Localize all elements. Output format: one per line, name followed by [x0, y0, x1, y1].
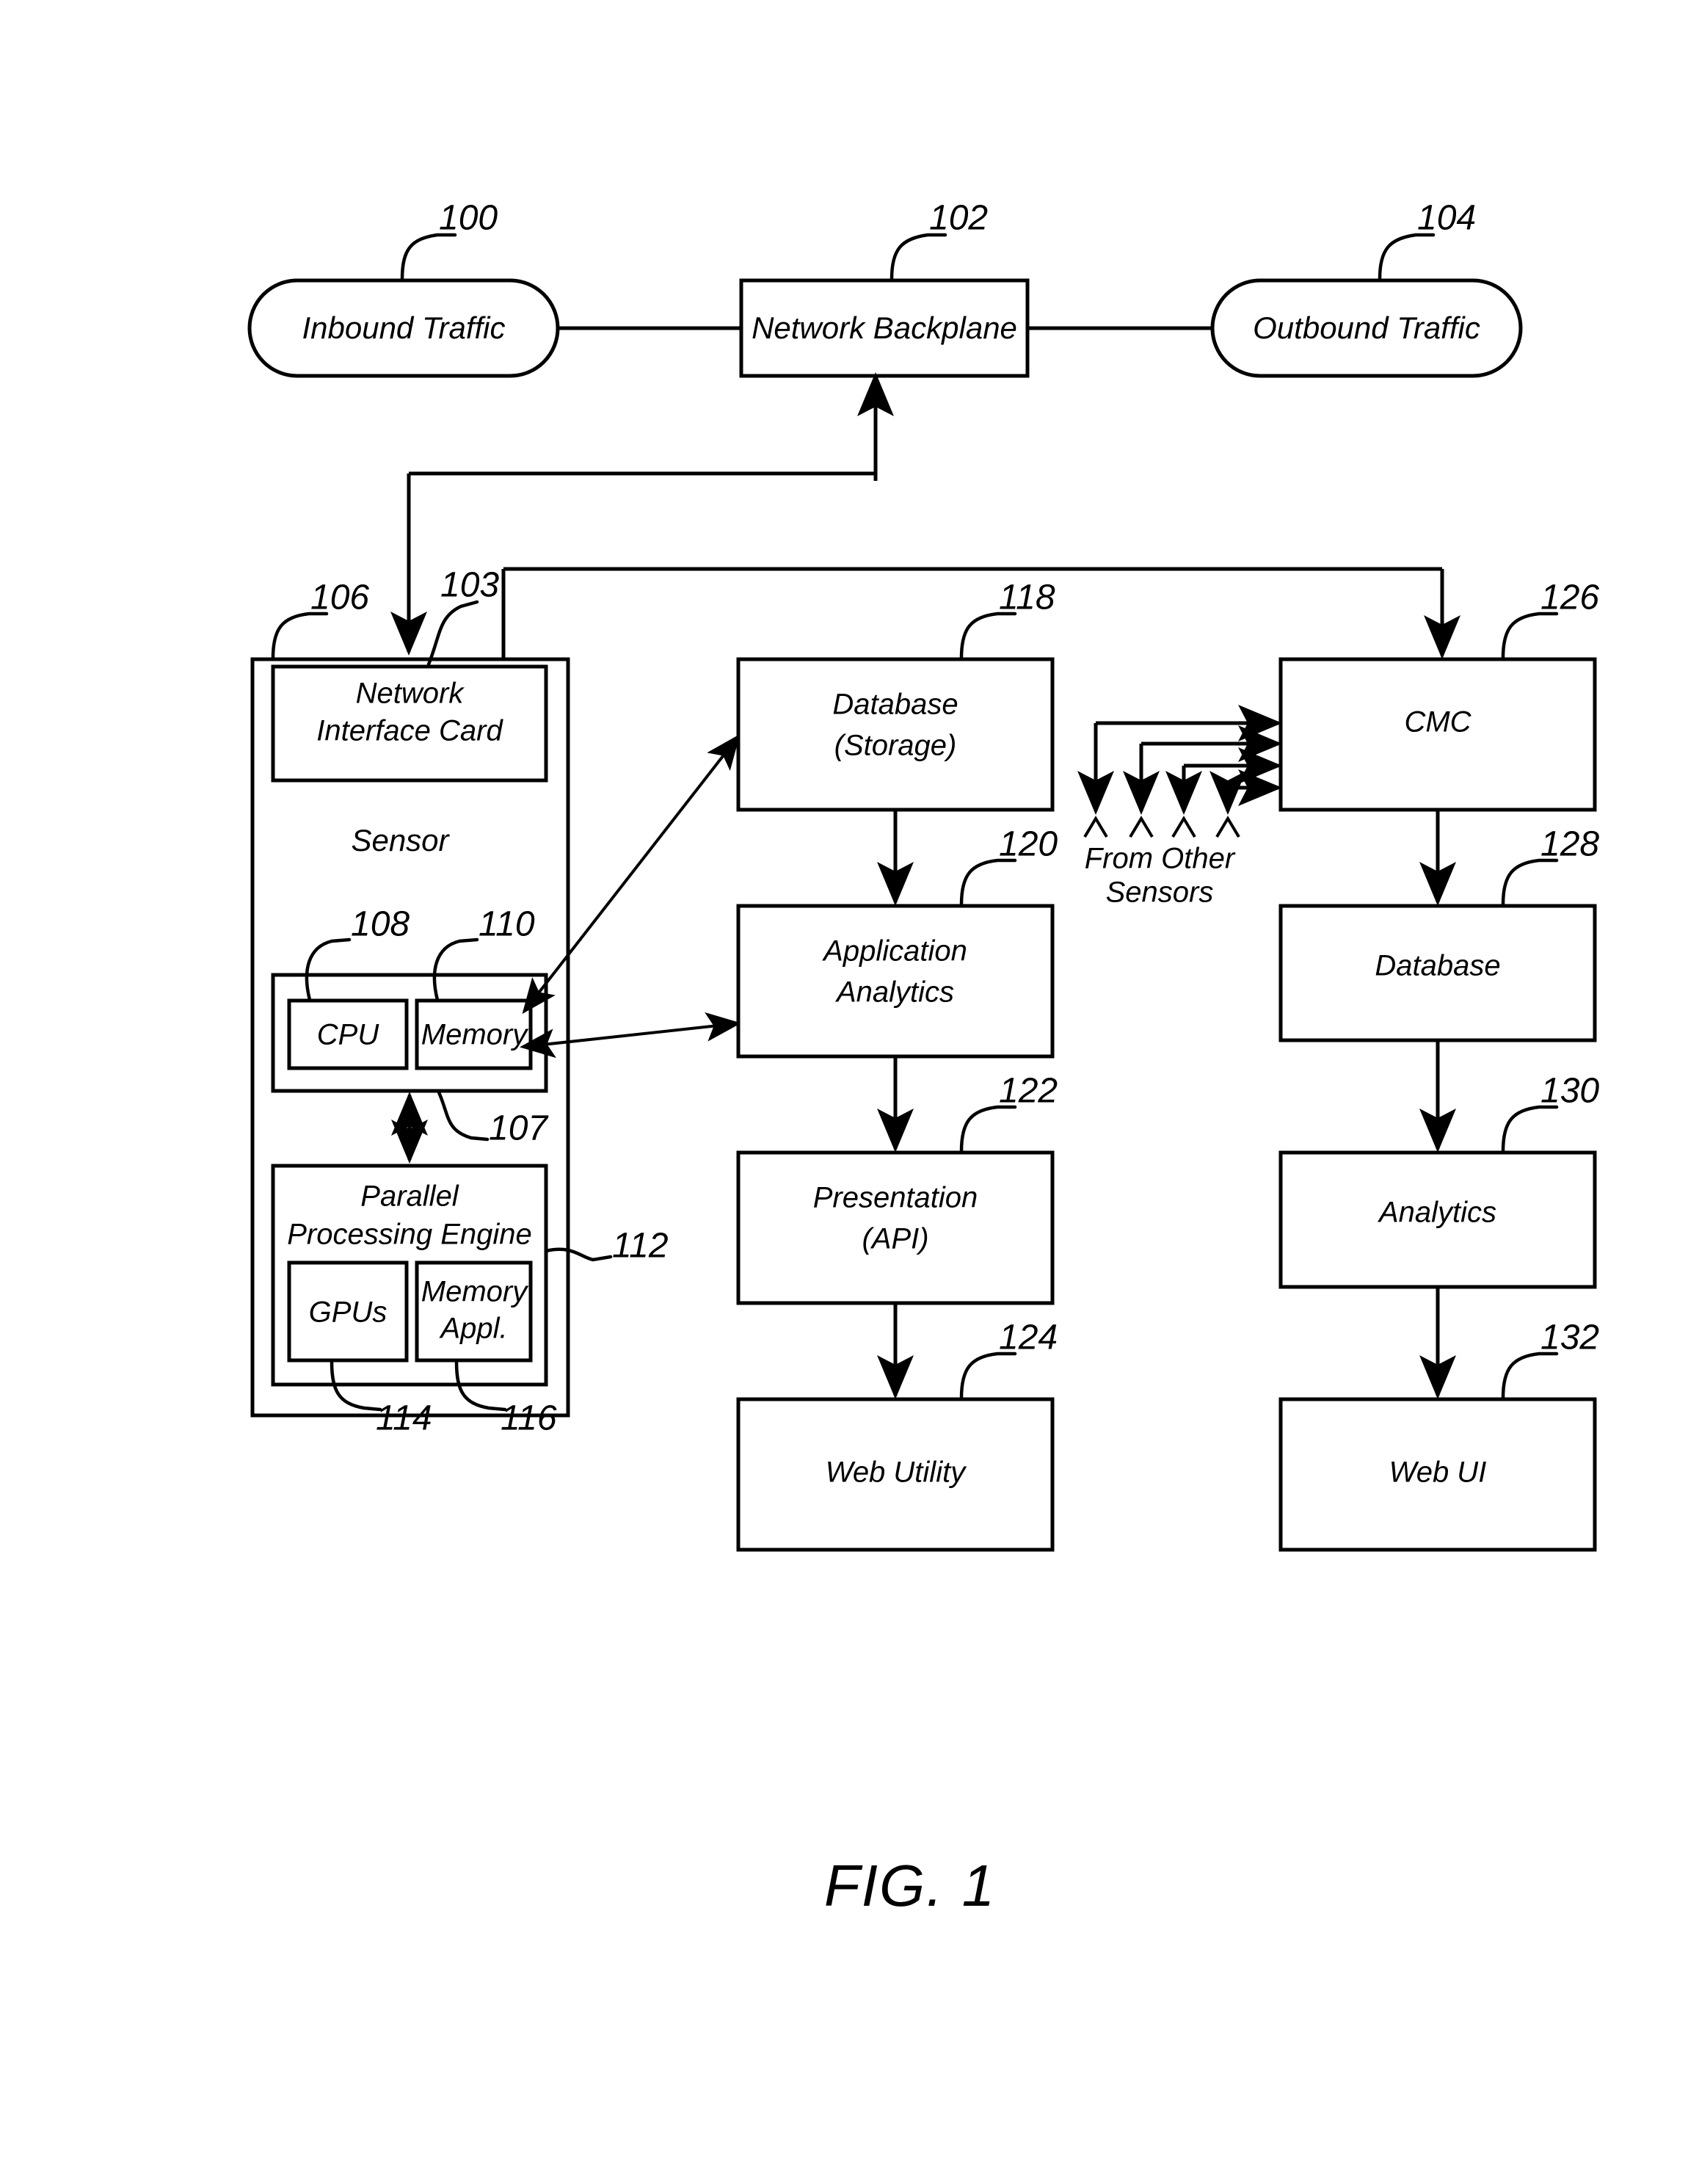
ref-number-132: 132	[1540, 1318, 1599, 1357]
ref-number-107: 107	[489, 1109, 549, 1148]
ppe-label-line2: Processing Engine	[287, 1219, 532, 1251]
ref-number-126: 126	[1540, 578, 1599, 617]
cmc-analytics-label: Analytics	[1378, 1197, 1496, 1229]
ref-number-100: 100	[439, 199, 498, 238]
ref-callout-130: 130	[1501, 1072, 1599, 1153]
ref-number-108: 108	[351, 905, 410, 944]
node-network-interface-card: Network Interface Card	[271, 664, 548, 783]
node-network-backplane: Network Backplane	[739, 278, 1030, 378]
nic-label-line2: Interface Card	[316, 715, 503, 747]
ref-callout-128: 128	[1501, 825, 1599, 907]
ref-number-118: 118	[999, 578, 1055, 617]
ref-callout-102: 102	[890, 199, 988, 281]
ref-callout-104: 104	[1378, 199, 1476, 281]
ref-callout-126: 126	[1501, 578, 1599, 660]
node-presentation-api: Presentation (API)	[736, 1150, 1055, 1305]
web-utility-label: Web Utility	[826, 1456, 967, 1489]
application-analytics-label-line2: Analytics	[835, 976, 954, 1009]
inbound-traffic-label: Inbound Traffic	[302, 311, 505, 345]
other-sensor-fork-1	[1083, 816, 1108, 838]
ref-callout-120: 120	[959, 825, 1058, 907]
ref-number-116: 116	[501, 1399, 557, 1438]
ref-number-104: 104	[1417, 199, 1476, 238]
ref-callout-124: 124	[959, 1318, 1058, 1400]
application-analytics-label-line1: Application	[822, 935, 967, 968]
memory-label: Memory	[421, 1019, 529, 1051]
presentation-api-label-line2: (API)	[862, 1223, 928, 1255]
web-ui-label: Web UI	[1389, 1456, 1487, 1489]
ref-number-124: 124	[999, 1318, 1058, 1357]
outbound-traffic-label: Outbound Traffic	[1253, 311, 1480, 345]
other-sensor-fork-3	[1171, 816, 1196, 838]
ref-callout-122: 122	[959, 1072, 1058, 1153]
memory-appl-label-line2: Appl.	[439, 1313, 507, 1345]
from-other-sensors-group: From Other Sensors	[1077, 705, 1282, 909]
database-storage-label-line1: Database	[832, 689, 958, 721]
other-sensor-fork-4	[1215, 816, 1240, 838]
memory-appl-label-line1: Memory	[421, 1276, 529, 1308]
ppe-label-line1: Parallel	[360, 1180, 459, 1213]
node-application-analytics: Application Analytics	[736, 904, 1055, 1059]
database-storage-label-line2: (Storage)	[834, 730, 957, 762]
ref-number-103: 103	[440, 566, 499, 605]
other-sensor-fork-2	[1129, 816, 1154, 838]
network-backplane-label: Network Backplane	[752, 311, 1017, 345]
ref-number-128: 128	[1540, 825, 1599, 864]
node-web-ui: Web UI	[1278, 1397, 1597, 1552]
cmc-label: CMC	[1404, 706, 1471, 739]
ref-callout-132: 132	[1501, 1318, 1599, 1400]
presentation-api-label-line1: Presentation	[813, 1182, 978, 1214]
figure-caption: FIG. 1	[824, 1853, 996, 1918]
ref-number-112: 112	[612, 1227, 669, 1266]
from-other-sensors-label-line2: Sensors	[1106, 877, 1214, 909]
cmc-database-label: Database	[1375, 950, 1500, 982]
node-cmc: CMC	[1278, 657, 1597, 812]
ref-callout-103: 103	[426, 566, 499, 667]
node-cmc-analytics: Analytics	[1278, 1150, 1597, 1289]
patent-figure: Inbound Traffic 100 Network Backplane 10…	[0, 0, 1688, 2184]
nic-label-line1: Network	[356, 678, 465, 710]
node-web-utility: Web Utility	[736, 1397, 1055, 1552]
cpu-memory-group: CPU Memory	[271, 973, 548, 1093]
ref-number-122: 122	[999, 1072, 1058, 1111]
node-cmc-database: Database	[1278, 904, 1597, 1042]
node-parallel-processing-engine: Parallel Processing Engine GPUs Memory A…	[271, 1164, 548, 1387]
ref-number-114: 114	[376, 1399, 432, 1438]
ref-callout-106: 106	[271, 578, 369, 660]
from-other-sensors-label-line1: From Other	[1085, 843, 1236, 875]
ref-callout-118: 118	[959, 578, 1055, 660]
node-outbound-traffic: Outbound Traffic	[1210, 278, 1523, 378]
node-database-storage: Database (Storage)	[736, 657, 1055, 812]
sensor-label: Sensor	[351, 823, 450, 857]
node-inbound-traffic: Inbound Traffic	[247, 278, 560, 378]
ref-number-110: 110	[479, 905, 535, 944]
ref-number-120: 120	[999, 825, 1058, 864]
ref-number-130: 130	[1540, 1072, 1599, 1111]
ref-callout-100: 100	[400, 199, 498, 281]
cpu-label: CPU	[317, 1019, 380, 1051]
ref-number-106: 106	[310, 578, 369, 617]
ref-number-102: 102	[929, 199, 988, 238]
gpus-label: GPUs	[309, 1296, 388, 1329]
diagram-canvas: Inbound Traffic 100 Network Backplane 10…	[247, 199, 1599, 1918]
